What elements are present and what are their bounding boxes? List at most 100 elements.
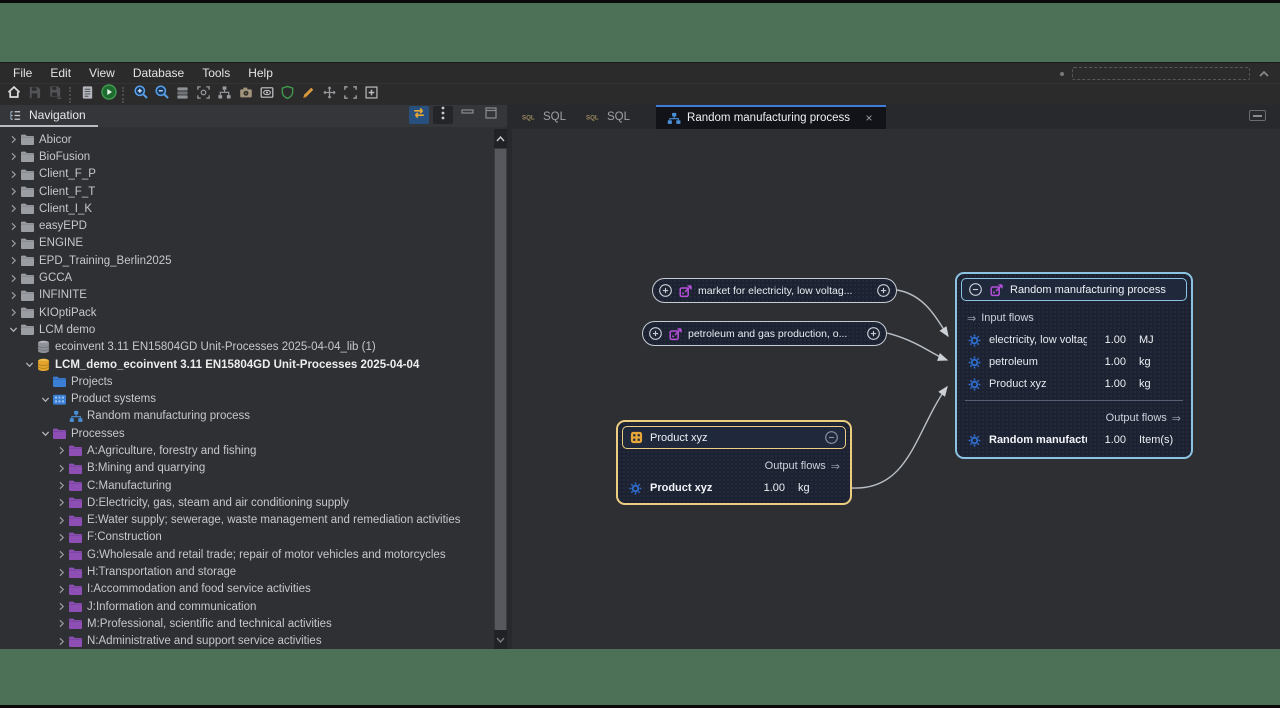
view-menu-button[interactable] [433,106,453,124]
chevron-right-icon[interactable] [6,306,20,320]
flow-row-electricity-low-voltage[interactable]: electricity, low voltage1.00MJ [957,329,1191,351]
graph-node-random-manufacturing-process[interactable]: Random manufacturing process⇒Input flows… [955,272,1193,459]
expand-outputs-button[interactable] [866,326,881,341]
flow-row-product-xyz[interactable]: Product xyz1.00kg [618,477,850,499]
scrollbar-down-button[interactable] [494,630,507,649]
tree-item-e-water-supply-sewerage-waste-management-and-remediation-activities[interactable]: E:Water supply; sewerage, waste manageme… [0,512,494,529]
chevron-right-icon[interactable] [6,236,20,250]
tree-item-m-professional-scientific-and-technical-activities[interactable]: M:Professional, scientific and technical… [0,615,494,632]
chevron-right-icon[interactable] [6,271,20,285]
tab-navigation[interactable]: Navigation [0,105,98,127]
expand-inputs-button[interactable] [658,283,673,298]
graph-node-market-for-electricity-low-voltag[interactable]: market for electricity, low voltag... [652,278,897,303]
chevron-right-icon[interactable] [54,530,68,544]
tree-item-ecoinvent-3-11-en15804gd-unit-processes-2025-04-04-lib-1[interactable]: ecoinvent 3.11 EN15804GD Unit-Processes … [0,339,494,356]
graph-node-petroleum-and-gas-production-o[interactable]: petroleum and gas production, o... [642,321,887,346]
chevron-right-icon[interactable] [54,479,68,493]
expand-outputs-button[interactable] [876,283,891,298]
save-as-button[interactable] [45,85,66,104]
chevron-down-icon[interactable] [6,323,20,337]
chevron-down-icon[interactable] [38,427,52,441]
chevron-up-icon[interactable] [1256,67,1272,80]
chevron-right-icon[interactable] [54,565,68,579]
add-button[interactable] [361,85,382,104]
minimize-editor-button[interactable] [1249,110,1266,121]
link-with-editor-button[interactable] [409,106,429,124]
chevron-right-icon[interactable] [6,202,20,216]
scrollbar-thumb[interactable] [495,149,506,631]
chevron-right-icon[interactable] [6,288,20,302]
tree-item-easyepd[interactable]: easyEPD [0,217,494,234]
tree-item-j-information-and-communication[interactable]: J:Information and communication [0,598,494,615]
chevron-right-icon[interactable] [6,185,20,199]
menu-file[interactable]: File [4,63,41,83]
tree-item-engine[interactable]: ENGINE [0,235,494,252]
flow-row-random-manufactured[interactable]: Random manufactured...1.00Item(s) [957,429,1191,451]
quick-access-field[interactable] [1072,67,1250,80]
chevron-right-icon[interactable] [6,133,20,147]
tab-random-manufacturing-process-2[interactable]: Random manufacturing process× [656,105,886,129]
scrollbar-up-button[interactable] [494,129,507,148]
snapshot-button[interactable] [235,85,256,104]
tree-item-lcm-demo-ecoinvent-3-11-en15804gd-unit-processes-2025-04-04[interactable]: LCM_demo_ecoinvent 3.11 EN15804GD Unit-P… [0,356,494,373]
tree-item-client-f-p[interactable]: Client_F_P [0,166,494,183]
tree-item-kioptipack[interactable]: KIOptiPack [0,304,494,321]
tree-item-abicor[interactable]: Abicor [0,131,494,148]
expand-inputs-button[interactable] [648,326,663,341]
preview-button[interactable] [256,85,277,104]
layers-button[interactable] [172,85,193,104]
tab-sql-1[interactable]: SQLSQL [576,105,640,129]
tree-item-g-wholesale-and-retail-trade-repair-of-motor-vehicles-and-motorcycles[interactable]: G:Wholesale and retail trade; repair of … [0,546,494,563]
flow-row-product-xyz[interactable]: Product xyz1.00kg [957,373,1191,395]
menu-tools[interactable]: Tools [193,63,239,83]
maximize-button[interactable] [481,106,501,124]
menu-view[interactable]: View [80,63,124,83]
tree-item-d-electricity-gas-steam-and-air-conditioning-supply[interactable]: D:Electricity, gas, steam and air condit… [0,494,494,511]
chevron-right-icon[interactable] [54,461,68,475]
tree-item-i-accommodation-and-food-service-activities[interactable]: I:Accommodation and food service activit… [0,581,494,598]
collapse-button[interactable] [968,282,983,297]
node-header[interactable]: Random manufacturing process [961,278,1187,301]
node-header[interactable]: Product xyz [622,426,846,449]
chevron-right-icon[interactable] [54,617,68,631]
tree-item-client-f-t[interactable]: Client_F_T [0,183,494,200]
tree-item-client-i-k[interactable]: Client_I_K [0,200,494,217]
tree-item-product-systems[interactable]: Product systems [0,390,494,407]
zoom-in-button[interactable] [130,85,151,104]
tree-item-biofusion[interactable]: BioFusion [0,148,494,165]
chevron-right-icon[interactable] [54,548,68,562]
edit-button[interactable] [298,85,319,104]
minimize-button[interactable] [457,106,477,124]
tree-item-lcm-demo[interactable]: LCM demo [0,321,494,338]
tree-layout-button[interactable] [214,85,235,104]
collapse-button[interactable] [824,430,839,445]
chevron-right-icon[interactable] [54,600,68,614]
tree-item-gcca[interactable]: GCCA [0,269,494,286]
health-check-button[interactable] [277,85,298,104]
menu-edit[interactable]: Edit [41,63,80,83]
tree-item-f-construction[interactable]: F:Construction [0,529,494,546]
tree-item-b-mining-and-quarrying[interactable]: B:Mining and quarrying [0,460,494,477]
chevron-right-icon[interactable] [54,496,68,510]
fullscreen-button[interactable] [340,85,361,104]
flow-row-petroleum[interactable]: petroleum1.00kg [957,351,1191,373]
chevron-right-icon[interactable] [6,219,20,233]
navigation-scrollbar[interactable] [494,129,507,649]
move-button[interactable] [319,85,340,104]
chevron-right-icon[interactable] [6,150,20,164]
tree-item-a-agriculture-forestry-and-fishing[interactable]: A:Agriculture, forestry and fishing [0,442,494,459]
chevron-right-icon[interactable] [54,634,68,648]
save-button[interactable] [24,85,45,104]
menu-database[interactable]: Database [124,63,193,83]
run-button[interactable] [98,85,119,104]
tree-item-random-manufacturing-process[interactable]: Random manufacturing process [0,408,494,425]
close-icon[interactable]: × [862,111,876,125]
tree-item-projects[interactable]: Projects [0,373,494,390]
tree-item-c-manufacturing[interactable]: C:Manufacturing [0,477,494,494]
menu-help[interactable]: Help [239,63,282,83]
tree-item-infinite[interactable]: INFINITE [0,287,494,304]
zoom-out-button[interactable] [151,85,172,104]
chevron-right-icon[interactable] [54,513,68,527]
chevron-right-icon[interactable] [54,444,68,458]
model-graph-canvas[interactable]: market for electricity, low voltag... pet… [512,129,1280,649]
